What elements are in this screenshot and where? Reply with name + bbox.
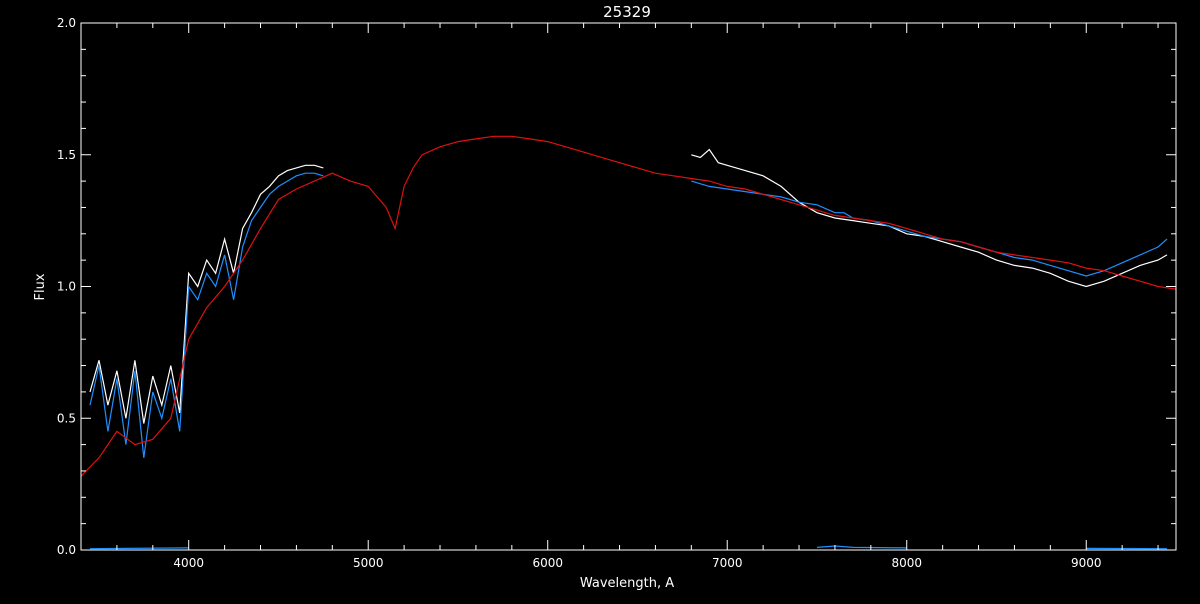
y-tick-label: 1.0 [57,280,76,294]
x-tick-label: 6000 [532,556,563,570]
axes-layer: 4000 5000 6000 7000 8000 9000 0.0 0.5 1.0 1.5 2.0 [57,16,1177,570]
y-tick-label: 0.5 [57,411,76,425]
series-line-white [89,148,1168,424]
plot-frame [80,22,1177,551]
series-layer [80,135,1177,550]
y-tick-label: 0.0 [57,543,76,557]
y-tick-label: 1.5 [57,148,76,162]
series-line-blue-error [89,545,1168,550]
x-tick-label: 7000 [712,556,743,570]
x-axis-label: Wavelength, A [580,576,674,591]
y-axis-label: Flux [33,273,48,300]
x-tick-label: 9000 [1071,556,1102,570]
y-tick-label: 2.0 [57,16,76,30]
x-tick-label: 5000 [353,556,384,570]
x-tick-label: 8000 [891,556,922,570]
chart-svg: 25329 Wavelength, A Flux 4000 5000 6000 700… [33,3,1177,591]
chart-title: 25329 [603,3,651,21]
spectrum-chart: 25329 Wavelength, A Flux 4000 5000 6000 700… [0,0,1200,600]
series-line-blue [89,172,1168,458]
series-line-red [80,135,1177,477]
x-tick-label: 4000 [173,556,204,570]
